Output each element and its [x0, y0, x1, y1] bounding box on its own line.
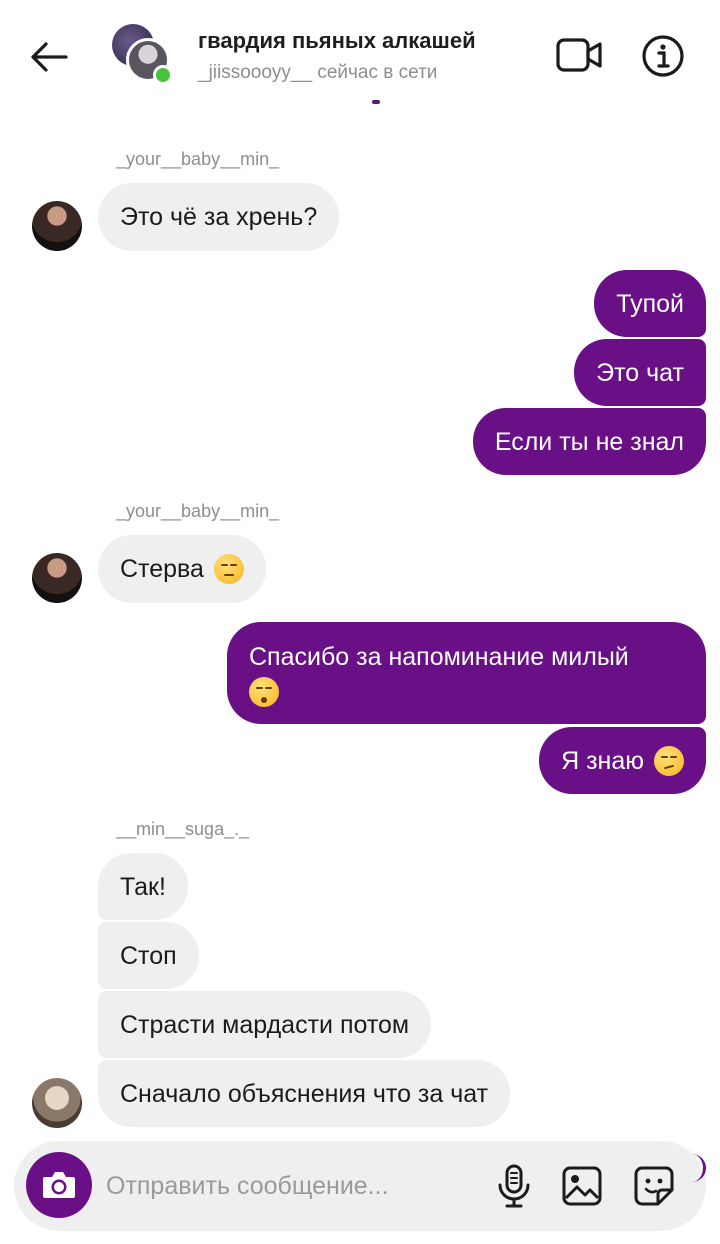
message-text: Сначало объяснения что за чат	[120, 1079, 489, 1108]
message-text: Стерва	[120, 555, 204, 583]
outgoing-message[interactable]: Если ты не знал	[472, 408, 706, 475]
incoming-message[interactable]: Страсти мардасти потом	[98, 991, 432, 1058]
info-icon[interactable]	[640, 33, 686, 79]
sender-avatar[interactable]	[32, 1078, 82, 1128]
online-indicator	[153, 65, 173, 85]
group-avatar[interactable]	[112, 24, 176, 88]
message-text: Спасибо за напоминание милый	[249, 643, 629, 671]
scrolled-message-edge	[372, 100, 380, 104]
incoming-message[interactable]: Стоп	[98, 922, 199, 989]
kissing-face-emoji	[249, 677, 279, 708]
gallery-icon[interactable]	[560, 1164, 604, 1208]
outgoing-message[interactable]: Тупой	[594, 270, 706, 337]
sticker-icon[interactable]	[632, 1164, 676, 1208]
sender-avatar[interactable]	[32, 553, 82, 603]
outgoing-message[interactable]: Спасибо за напоминание милый	[227, 622, 706, 724]
message-text: Так!	[120, 872, 166, 901]
incoming-message[interactable]: Стерва	[98, 535, 266, 603]
microphone-icon[interactable]	[494, 1163, 534, 1209]
outgoing-message[interactable]: Я знаю	[539, 727, 706, 794]
message-sender: _your__baby__min_	[116, 501, 280, 521]
sender-avatar[interactable]	[32, 201, 82, 251]
message-text: Это чат	[596, 358, 684, 387]
back-arrow-icon[interactable]	[26, 34, 72, 80]
smirking-face-emoji	[654, 745, 684, 776]
chat-title[interactable]: гвардия пьяных алкашей	[198, 28, 476, 54]
message-text: Тупой	[616, 289, 684, 318]
camera-icon[interactable]	[26, 1152, 92, 1218]
unamused-face-emoji	[213, 554, 244, 584]
video-call-icon[interactable]	[555, 35, 603, 75]
message-sender: _your__baby__min_	[116, 149, 280, 169]
message-sender: __min__suga_._	[116, 819, 250, 839]
outgoing-message[interactable]: Это чат	[574, 339, 706, 406]
message-text: Страсти мардасти потом	[120, 1010, 410, 1039]
incoming-message[interactable]: Так!	[98, 853, 188, 920]
incoming-message[interactable]: Сначало объяснения что за чат	[98, 1060, 511, 1127]
incoming-message[interactable]: Это чё за хрень?	[98, 183, 340, 251]
message-text: Стоп	[120, 941, 177, 970]
chat-header: гвардия пьяных алкашей _jiissoooyy__ сей…	[0, 0, 720, 110]
message-text: Это чё за хрень?	[120, 203, 318, 231]
message-text: Если ты не знал	[494, 427, 684, 456]
message-input[interactable]	[106, 1164, 476, 1208]
chat-status: _jiissoooyy__ сейчас в сети	[198, 62, 438, 83]
message-text: Я знаю	[561, 746, 644, 775]
